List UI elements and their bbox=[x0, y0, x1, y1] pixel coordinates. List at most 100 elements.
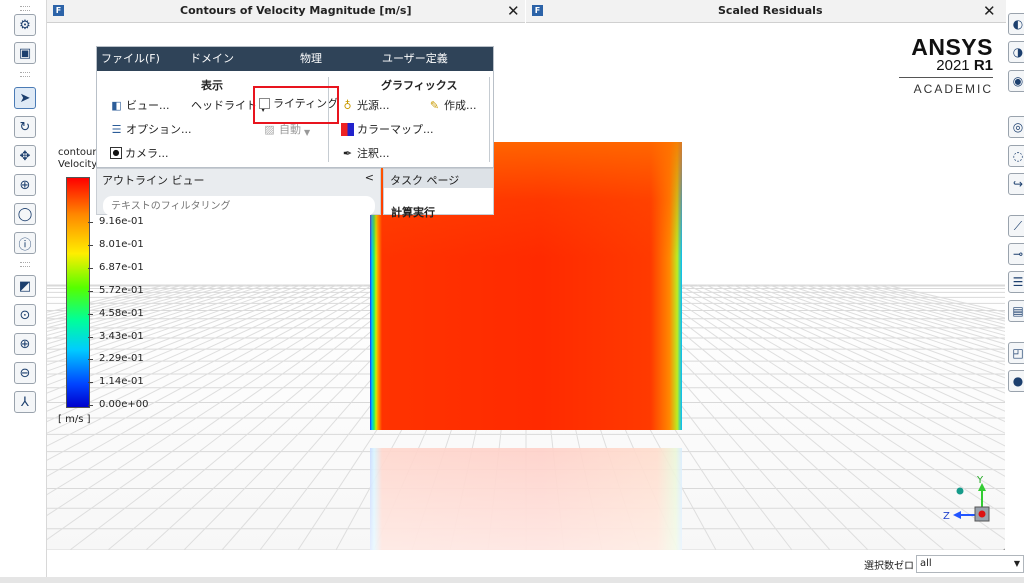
task-page-panel: タスク ページ 計算実行 bbox=[383, 168, 494, 219]
pointer-button[interactable]: ➤ bbox=[14, 87, 36, 109]
zoom-out-icon: ⊖ bbox=[19, 365, 31, 381]
selection-filter-dropdown[interactable]: all ▼ bbox=[916, 555, 1024, 573]
pan-button[interactable]: ✥ bbox=[14, 145, 36, 167]
status-bar: 選択数ゼロ all ▼ bbox=[860, 553, 1024, 575]
probe-button[interactable]: ⓘ bbox=[14, 232, 36, 254]
shade-button[interactable]: ◑ bbox=[1008, 41, 1024, 63]
probe-line-button[interactable]: ⊸ bbox=[1008, 243, 1024, 265]
chart-icon: ⟋ bbox=[1013, 218, 1023, 233]
ansys-version: 2021 R1 bbox=[899, 58, 993, 74]
legend-tick-label: 4.58e-01 bbox=[99, 307, 144, 319]
task-page-title: タスク ページ bbox=[390, 174, 460, 187]
zoom-in-out-button[interactable]: ⊕ bbox=[14, 174, 36, 196]
camera-dot-icon bbox=[956, 487, 964, 495]
residuals-window-titlebar[interactable]: F Scaled Residuals ✕ bbox=[526, 0, 1006, 23]
legend-tick-mark bbox=[88, 313, 93, 315]
annotate-button[interactable]: ✒ 注釈... bbox=[341, 145, 390, 161]
view-button[interactable]: ◧ ビュー... bbox=[110, 97, 169, 113]
lights-button[interactable]: ◉ bbox=[1008, 70, 1024, 92]
graphics-group-title: グラフィックス bbox=[381, 79, 458, 92]
legend-colorbar bbox=[66, 177, 90, 408]
camera-label: カメラ... bbox=[125, 147, 169, 160]
plot-button[interactable]: ⟋ bbox=[1008, 215, 1024, 237]
magnifier-icon: ◯ bbox=[17, 206, 33, 222]
x-axis-dot bbox=[978, 510, 986, 518]
right-toolbar: ◐ ◑ ◉ ◎ ◌ ↪ ⟋ ⊸ ☰ ▤ ◰ ● bbox=[1006, 0, 1024, 583]
z-axis-arrow bbox=[953, 511, 961, 519]
fit-icon: ◩ bbox=[18, 278, 32, 294]
close-icon[interactable]: ✕ bbox=[507, 2, 520, 20]
create-button[interactable]: ✎ 作成... bbox=[428, 97, 477, 113]
info-icon: ⓘ bbox=[18, 237, 32, 253]
frame-button[interactable]: ◰ bbox=[1008, 342, 1024, 364]
zoom-in-button[interactable]: ⊕ bbox=[14, 333, 36, 355]
z-axis-label: Z bbox=[943, 511, 950, 522]
colormap-button[interactable]: ■カラーマップ... bbox=[341, 121, 434, 137]
chevron-down-icon: ▼ bbox=[1013, 559, 1020, 568]
contour-window-title: Contours of Velocity Magnitude [m/s] bbox=[180, 4, 412, 17]
legend-tick-mark bbox=[88, 382, 93, 384]
fit-to-window-button[interactable]: ◩ bbox=[14, 275, 36, 297]
cone-icon: ◑ bbox=[1012, 45, 1024, 59]
toolbar-grip[interactable] bbox=[20, 262, 30, 267]
curve-button[interactable]: ↪ bbox=[1008, 173, 1024, 195]
menu-physics[interactable]: 物理 bbox=[300, 47, 322, 71]
options-button[interactable]: ☰ オプション... bbox=[110, 121, 192, 137]
mesh-icon: ⚙ bbox=[19, 17, 31, 33]
zoom-fit-button[interactable]: ⊙ bbox=[14, 304, 36, 326]
zoom-out-button[interactable]: ⊖ bbox=[14, 362, 36, 384]
legend-unit: [ m/s ] bbox=[58, 414, 91, 425]
close-icon[interactable]: ✕ bbox=[983, 2, 996, 20]
light-source-label: 光源... bbox=[357, 99, 390, 112]
pencil-icon: ✎ bbox=[429, 98, 440, 112]
window-bottom-border bbox=[0, 577, 1024, 583]
isometric-view-button[interactable]: ⅄ bbox=[14, 391, 36, 413]
filter-text-input[interactable] bbox=[103, 196, 375, 216]
rotate-arrow-icon bbox=[1002, 548, 1005, 550]
options-label: オプション... bbox=[126, 123, 192, 136]
left-toolbar: ⚙ ▣ ➤ ↻ ✥ ⊕ ◯ ⓘ ◩ ⊙ ⊕ ⊖ ⅄ bbox=[0, 0, 47, 583]
menu-domain[interactable]: ドメイン bbox=[190, 47, 234, 71]
ansys-year: 2021 bbox=[936, 57, 970, 74]
eye-off-icon: ◌ bbox=[1012, 149, 1024, 163]
axis-triad[interactable]: Y Z bbox=[940, 475, 1005, 550]
toolbar-grip[interactable] bbox=[20, 6, 30, 11]
picture-icon: ▣ bbox=[18, 45, 32, 61]
legend-tick-mark bbox=[88, 359, 93, 361]
line-probe-icon: ⊸ bbox=[1012, 247, 1024, 261]
collapse-icon[interactable]: < bbox=[365, 171, 374, 184]
mesh-display-button[interactable]: ⚙ bbox=[14, 14, 36, 36]
zoom-to-area-button[interactable]: ◯ bbox=[14, 203, 36, 225]
contour-window-titlebar[interactable]: F Contours of Velocity Magnitude [m/s] ✕ bbox=[47, 0, 525, 23]
save-picture-button[interactable]: ▣ bbox=[14, 42, 36, 64]
run-calculation-heading: 計算実行 bbox=[391, 206, 435, 219]
report-button[interactable]: ☰ bbox=[1008, 271, 1024, 293]
light-bulb-icon: ♁ bbox=[343, 98, 352, 112]
rotate-icon: ↻ bbox=[19, 119, 31, 135]
light-source-button[interactable]: ♁ 光源... bbox=[341, 97, 390, 113]
camera-icon: ● bbox=[110, 147, 122, 159]
create-label: 作成... bbox=[444, 99, 477, 112]
zoom-in-icon: ⊕ bbox=[19, 336, 31, 352]
legend-tick-mark bbox=[88, 405, 93, 407]
colormap-label: カラーマップ... bbox=[357, 123, 434, 136]
options-icon: ☰ bbox=[111, 122, 122, 136]
zoom-icon: ⊕ bbox=[19, 177, 31, 193]
camera-button[interactable]: ● カメラ... bbox=[110, 145, 169, 161]
annotate-icon: ✒ bbox=[342, 146, 353, 160]
legend-tick-mark bbox=[88, 336, 93, 338]
export-button[interactable]: ▤ bbox=[1008, 300, 1024, 322]
menu-user-defined[interactable]: ユーザー定義 bbox=[382, 47, 448, 71]
ansys-edition: ACADEMIC bbox=[913, 82, 993, 96]
camera-icon: ● bbox=[1012, 374, 1024, 388]
render-button[interactable]: ◐ bbox=[1008, 13, 1024, 35]
selection-filter-value: all bbox=[920, 558, 932, 569]
toolbar-grip[interactable] bbox=[20, 72, 30, 77]
rotate-button[interactable]: ↻ bbox=[14, 116, 36, 138]
menu-file[interactable]: ファイル(F) bbox=[101, 47, 160, 71]
hide-button[interactable]: ◌ bbox=[1008, 145, 1024, 167]
show-button[interactable]: ◎ bbox=[1008, 116, 1024, 138]
camera-view-button[interactable]: ● bbox=[1008, 370, 1024, 392]
ansys-logo: ANSYS 2021 R1 ACADEMIC bbox=[899, 36, 993, 96]
legend-title-line1: contour- bbox=[58, 147, 100, 158]
